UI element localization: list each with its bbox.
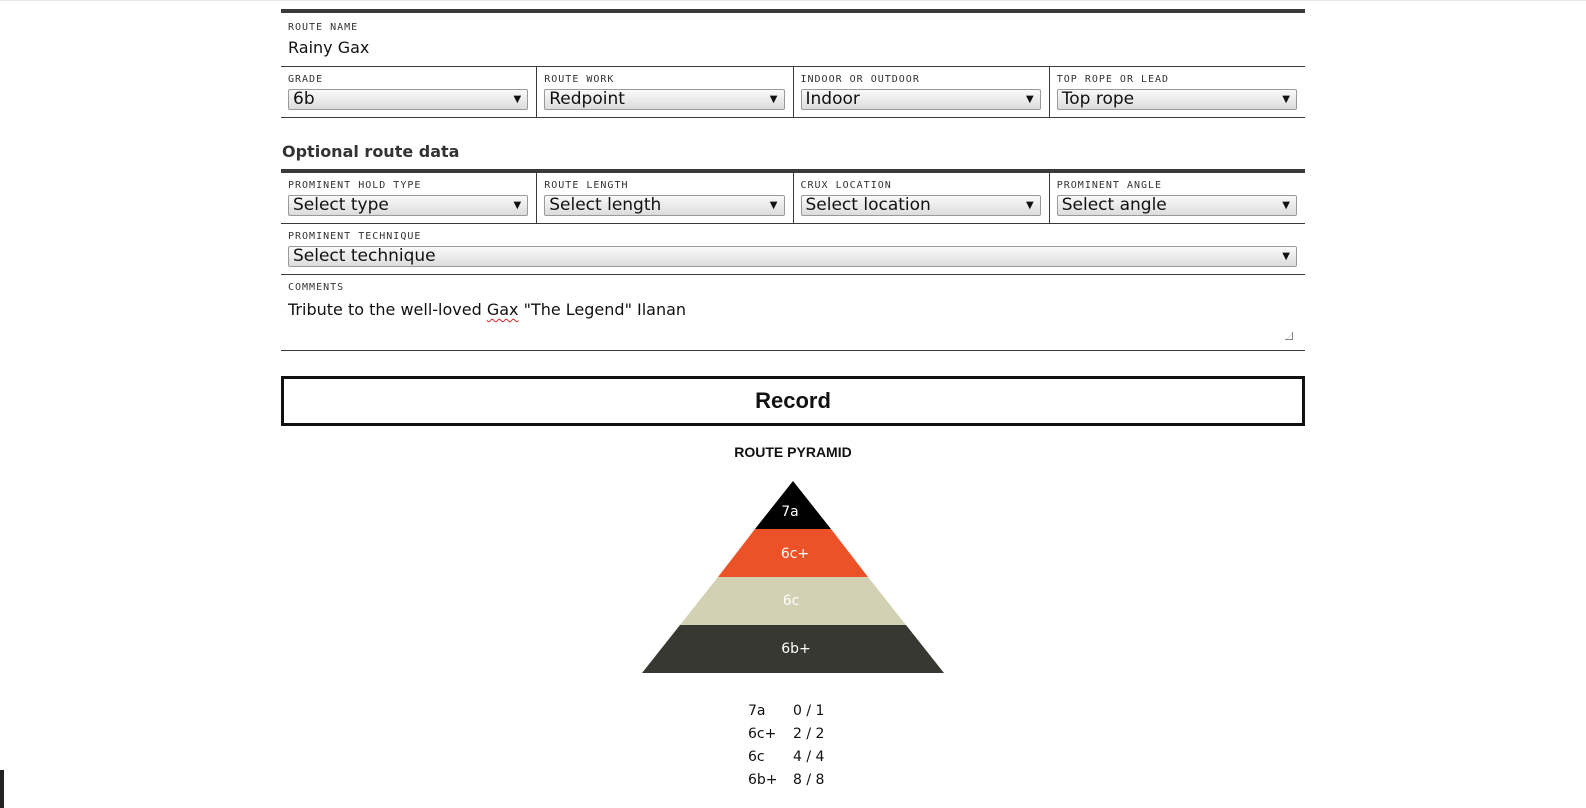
pyramid-table-count: 4 / 4 [793,749,825,765]
route-work-value: Redpoint [549,89,625,109]
pyramid-table-grade: 6c [748,749,765,765]
comments-text-before: Tribute to the well-loved [288,300,487,319]
pyramid-table-count: 0 / 1 [793,703,825,719]
angle-field: PROMINENT ANGLE Select angle ▼ [1050,173,1305,223]
hold-type-value: Select type [293,195,389,215]
pyramid-table-row: 6b+ 8 / 8 [748,769,838,792]
route-name-field[interactable]: ROUTE NAME Rainy Gax [281,13,1305,66]
top-rope-lead-field: TOP ROPE OR LEAD Top rope ▼ [1050,67,1305,117]
crux-location-select[interactable]: Select location ▼ [800,195,1041,216]
pyramid-title: ROUTE PYRAMID [734,444,852,460]
hold-type-select[interactable]: Select type ▼ [288,195,529,216]
pyramid-label-6c-plus: 6c+ [781,546,809,562]
route-work-field: ROUTE WORK Redpoint ▼ [537,67,794,117]
route-fields-row: GRADE 6b ▼ ROUTE WORK Redpoint ▼ INDOOR … [281,67,1305,118]
technique-field: PROMINENT TECHNIQUE Select technique ▼ [281,224,1305,274]
dropdown-arrow-icon: ▼ [513,200,522,211]
pyramid-table-count: 2 / 2 [793,726,825,742]
route-name-input[interactable]: Rainy Gax [288,37,1297,58]
dropdown-arrow-icon: ▼ [1026,94,1034,105]
angle-value: Select angle [1061,195,1167,215]
pyramid-label-7a: 7a [781,504,799,520]
side-tab[interactable] [0,770,4,808]
indoor-outdoor-select[interactable]: Indoor ▼ [800,89,1041,110]
grade-label: GRADE [288,74,324,85]
pyramid-table-grade: 7a [748,703,766,719]
grade-select[interactable]: 6b ▼ [288,89,529,110]
top-rope-lead-value: Top rope [1061,89,1135,109]
technique-label: PROMINENT TECHNIQUE [288,231,422,242]
indoor-outdoor-field: INDOOR OR OUTDOOR Indoor ▼ [794,67,1050,117]
resize-grip-icon[interactable] [1285,332,1293,340]
route-length-select[interactable]: Select length ▼ [544,195,785,216]
crux-location-label: CRUX LOCATION [800,180,892,191]
pyramid-label-6c: 6c [783,593,800,609]
optional-fields-row: PROMINENT HOLD TYPE Select type ▼ ROUTE … [281,173,1305,224]
top-rope-lead-select[interactable]: Top rope ▼ [1056,89,1297,110]
route-work-label: ROUTE WORK [544,74,615,85]
pyramid-label-6b-plus: 6b+ [781,641,811,657]
pyramid-table-grade: 6c+ [748,726,777,742]
dropdown-arrow-icon: ▼ [769,200,778,211]
pyramid-table: 7a 0 / 1 6c+ 2 / 2 6c 4 / 4 6b+ 8 / 8 [748,700,838,792]
pyramid-table-row: 6c+ 2 / 2 [748,723,838,746]
dropdown-arrow-icon: ▼ [769,94,778,105]
comments-row: COMMENTS Tribute to the well-loved Gax "… [281,275,1305,351]
crux-location-field: CRUX LOCATION Select location ▼ [794,173,1050,223]
route-length-label: ROUTE LENGTH [544,180,629,191]
route-length-field: ROUTE LENGTH Select length ▼ [537,173,794,223]
comments-text-after: "The Legend" Ilanan [518,300,687,319]
route-length-value: Select length [549,195,662,215]
dropdown-arrow-icon: ▼ [1282,94,1290,105]
route-pyramid: 7a 6c+ 6c 6b+ [641,481,945,673]
pyramid-svg: 7a 6c+ 6c 6b+ [642,481,944,673]
technique-row: PROMINENT TECHNIQUE Select technique ▼ [281,224,1305,275]
dropdown-arrow-icon: ▼ [1026,200,1034,211]
comments-textarea[interactable]: Tribute to the well-loved Gax "The Legen… [288,299,1297,320]
angle-select[interactable]: Select angle ▼ [1056,195,1297,216]
grade-field: GRADE 6b ▼ [281,67,538,117]
pyramid-table-row: 6c 4 / 4 [748,746,838,769]
technique-value: Select technique [293,246,436,266]
route-form: ROUTE NAME Rainy Gax GRADE 6b ▼ ROUTE WO… [281,0,1305,792]
dropdown-arrow-icon: ▼ [1282,200,1290,211]
hold-type-field: PROMINENT HOLD TYPE Select type ▼ [281,173,538,223]
comments-label: COMMENTS [288,282,345,293]
pyramid-table-grade: 6b+ [748,772,778,788]
technique-select[interactable]: Select technique ▼ [288,246,1297,267]
route-name-row: ROUTE NAME Rainy Gax [281,13,1305,67]
indoor-outdoor-label: INDOOR OR OUTDOOR [800,74,920,85]
dropdown-arrow-icon: ▼ [513,94,522,105]
route-work-select[interactable]: Redpoint ▼ [544,89,785,110]
pyramid-table-count: 8 / 8 [793,772,825,788]
dropdown-arrow-icon: ▼ [1282,251,1290,262]
hold-type-label: PROMINENT HOLD TYPE [288,180,422,191]
crux-location-value: Select location [805,195,931,215]
grade-value: 6b [293,89,315,109]
indoor-outdoor-value: Indoor [805,89,860,109]
pyramid-table-row: 7a 0 / 1 [748,700,838,723]
comments-field[interactable]: COMMENTS Tribute to the well-loved Gax "… [281,275,1305,350]
comments-misspelled-word: Gax [486,300,519,319]
route-name-label: ROUTE NAME [288,22,359,33]
angle-label: PROMINENT ANGLE [1056,180,1163,191]
top-rope-lead-label: TOP ROPE OR LEAD [1056,74,1170,85]
optional-section-title: Optional route data [282,142,460,161]
record-button[interactable]: Record [281,376,1305,426]
